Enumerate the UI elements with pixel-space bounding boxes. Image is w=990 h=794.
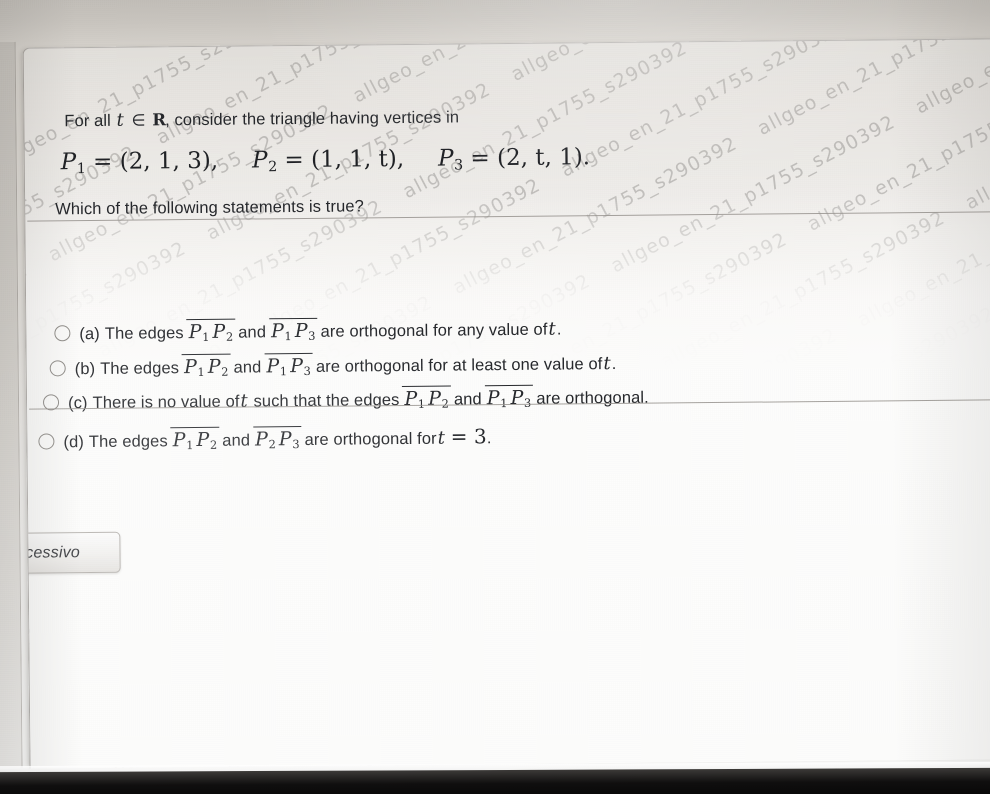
option-a-text-2: and	[238, 323, 267, 342]
option-a-segment-1: P1 P2	[186, 318, 236, 345]
option-b-segment-2: P1 P3	[264, 352, 314, 379]
option-b-text-1: The edges	[100, 359, 180, 378]
option-d-text-1: The edges	[88, 432, 168, 452]
option-a-text-3: are orthogonal for any value of	[320, 320, 548, 341]
option-c-segment-2: P1 P3	[484, 384, 534, 411]
option-b-tail-end: .	[611, 354, 617, 374]
screen-surface: allgeo_en_21_p1755_s290392 allgeo_en_21_p…	[0, 0, 990, 782]
next-button[interactable]: ccessivo	[22, 531, 121, 575]
option-a-segment-2: P1 P3	[268, 317, 318, 344]
option-b-text-2: and	[233, 358, 262, 377]
question-content: For all t ∈ R, consider the triangle hav…	[22, 39, 990, 769]
option-c-text-2: and	[453, 390, 482, 409]
option-b-segment-1: P1 P2	[181, 353, 231, 380]
radio-button-d[interactable]	[38, 433, 55, 450]
option-d-segment-2: P2 P3	[252, 425, 302, 452]
element-of-icon: ∈	[131, 110, 146, 130]
monitor-bezel	[0, 767, 990, 794]
option-b-text-3: are orthogonal for at least one value of	[315, 355, 603, 376]
option-b-label: (b)	[74, 359, 96, 379]
stem-suffix: , consider the triangle having vertices …	[164, 108, 460, 130]
point-p3-coords: (2, t, 1).	[496, 144, 591, 172]
stem-prefix: For all	[64, 111, 111, 131]
option-a[interactable]: (a) The edges P1 P2 and P1 P3 are orthogonal fo…	[54, 315, 562, 345]
option-d-tail-end: .	[486, 429, 492, 448]
radio-button-b[interactable]	[49, 360, 66, 377]
option-c-text-3: are orthogonal.	[536, 388, 649, 408]
radio-button-a[interactable]	[54, 325, 71, 342]
point-p1-subscript: 1	[76, 161, 86, 178]
point-p2-subscript: 2	[268, 159, 278, 176]
option-b[interactable]: (b) The edges P1 P2 and P1 P3 are orthogonal fo…	[49, 350, 617, 381]
option-c-text-1: There is no value of	[92, 392, 240, 412]
option-c-lead-variable: t	[240, 390, 248, 412]
option-a-label: (a)	[79, 324, 100, 344]
option-c[interactable]: (c) There is no value oft such that the e…	[42, 384, 649, 415]
option-d-text-3: are orthogonal for	[304, 429, 437, 449]
option-d-text-2: and	[222, 431, 251, 450]
point-p2-coords: (1, 1, t),	[310, 145, 405, 173]
question-prompt: Which of the following statements is tru…	[55, 197, 364, 219]
option-b-tail-variable: t	[603, 353, 611, 375]
question-card: allgeo_en_21_p1755_s290392 allgeo_en_21_p…	[22, 37, 990, 769]
point-p3-subscript: 3	[454, 157, 464, 174]
option-a-text-1: The edges	[104, 324, 184, 343]
screen-photo: allgeo_en_21_p1755_s290392 allgeo_en_21_p…	[0, 0, 990, 794]
option-d-tail-variable: t	[437, 427, 446, 449]
next-button-label: ccessivo	[22, 543, 81, 562]
option-c-segment-1: P1 P2	[402, 385, 452, 412]
vertex-definitions: P1 = (2, 1, 3), P2 = (1, 1, t), P3 = (2, t…	[61, 144, 591, 177]
option-a-tail-end: .	[556, 320, 562, 339]
point-p1-coords: (2, 1, 3),	[119, 147, 219, 175]
point-p3: P3 = (2, t, 1).	[437, 144, 591, 174]
stem-variable: t	[116, 109, 125, 131]
option-c-text-1b: such that the edges	[253, 391, 400, 411]
real-numbers-symbol: R	[152, 110, 166, 130]
option-d[interactable]: (d) The edges P1 P2 and P2 P3 are orthogonal fo…	[38, 424, 492, 454]
point-p2: P2 = (1, 1, t),	[251, 145, 405, 176]
option-c-label: (c)	[67, 394, 88, 413]
point-p1-equals: =	[92, 148, 113, 175]
point-p3-equals: =	[470, 145, 490, 172]
option-d-label: (d)	[63, 433, 84, 452]
point-p2-equals: =	[284, 146, 304, 174]
question-stem: For all t ∈ R, consider the triangle hav…	[64, 106, 459, 131]
option-d-tail-equation: = 3	[450, 424, 487, 449]
option-d-segment-1: P1 P2	[170, 426, 220, 453]
point-p1: P1 = (2, 1, 3),	[60, 147, 219, 178]
